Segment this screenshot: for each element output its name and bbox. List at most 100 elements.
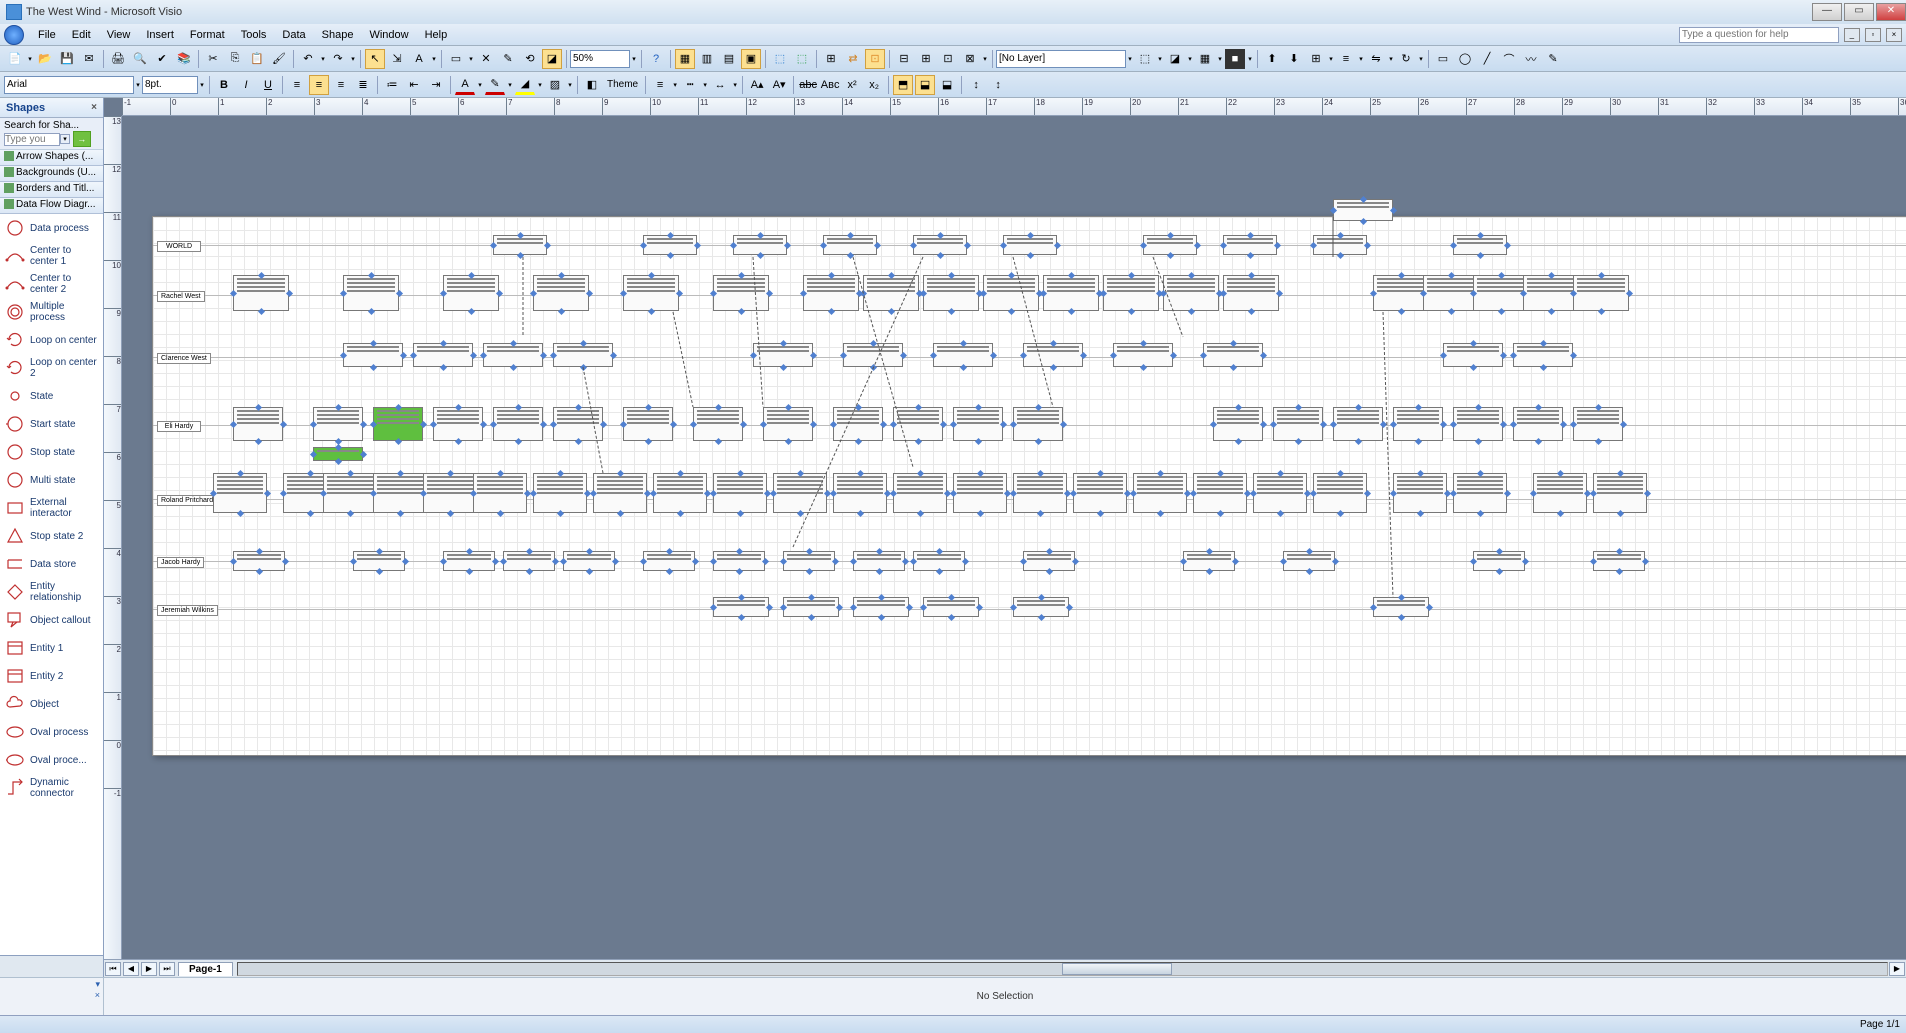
shapes-search-go-button[interactable]: → <box>73 131 91 147</box>
prev-page-button[interactable]: ◀ <box>123 962 139 976</box>
lane-label[interactable]: Rachel West <box>157 291 205 302</box>
shape-item-center-to-center-2[interactable]: Center to center 2 <box>0 270 103 298</box>
process-node[interactable] <box>893 473 947 513</box>
shape-item-entity-2[interactable]: Entity 2 <box>0 662 103 690</box>
lane-label[interactable]: Jacob Hardy <box>157 557 204 568</box>
lane-label[interactable]: Roland Pritchard <box>157 495 217 506</box>
process-node[interactable] <box>343 275 399 311</box>
save-button[interactable]: 💾 <box>57 49 77 69</box>
increase-font-button[interactable]: A▴ <box>747 75 767 95</box>
shape-item-entity-1[interactable]: Entity 1 <box>0 634 103 662</box>
minimize-button[interactable]: — <box>1812 3 1842 21</box>
redo-button[interactable]: ↷ <box>328 49 348 69</box>
auto-connect-button[interactable]: ⇄ <box>843 49 863 69</box>
shape-item-object[interactable]: Object <box>0 690 103 718</box>
process-node[interactable] <box>1133 473 1187 513</box>
spelling-button[interactable]: ✔ <box>152 49 172 69</box>
guides-button[interactable]: ⊡ <box>938 49 958 69</box>
page-tab[interactable]: Page-1 <box>178 962 233 976</box>
process-node[interactable] <box>593 473 647 513</box>
menu-help[interactable]: Help <box>417 27 456 43</box>
fill-color-button[interactable]: ◢ <box>515 75 535 95</box>
process-node[interactable] <box>1213 407 1263 441</box>
layer-dropdown[interactable]: ▾ <box>1126 50 1134 68</box>
process-node[interactable] <box>623 407 673 441</box>
text-tool-dropdown[interactable]: ▾ <box>430 50 438 68</box>
horizontal-scrollbar[interactable] <box>237 962 1888 976</box>
line-ends-dropdown[interactable]: ▾ <box>731 76 739 94</box>
shape-item-loop-on-center[interactable]: Loop on center <box>0 326 103 354</box>
mdi-close-button[interactable]: × <box>1886 28 1902 42</box>
lane-label[interactable]: WORLD <box>157 241 201 252</box>
process-node[interactable] <box>443 275 499 311</box>
align-bottom-button[interactable]: ⬓ <box>937 75 957 95</box>
group-dropdown[interactable]: ▾ <box>1327 50 1335 68</box>
menu-window[interactable]: Window <box>361 27 416 43</box>
connector-tool-button[interactable]: ⇲ <box>387 49 407 69</box>
lane-label[interactable]: Eli Hardy <box>157 421 201 432</box>
align-right-button[interactable]: ≡ <box>331 75 351 95</box>
shape-item-external-interactor[interactable]: External interactor <box>0 494 103 522</box>
font-dropdown[interactable]: ▾ <box>134 76 142 94</box>
cut-button[interactable]: ✂ <box>203 49 223 69</box>
process-node[interactable] <box>893 407 943 441</box>
shapes-search-input[interactable] <box>4 133 60 146</box>
process-node[interactable] <box>1223 275 1279 311</box>
line-weight-dropdown[interactable]: ▾ <box>671 76 679 94</box>
process-node[interactable] <box>553 407 603 441</box>
size-pos-close-icon[interactable]: × <box>95 990 100 1000</box>
layer-color-button[interactable]: ◪ <box>1165 49 1185 69</box>
process-node[interactable] <box>533 275 589 311</box>
shadow-color-button[interactable]: ▨ <box>545 75 565 95</box>
process-node[interactable] <box>1163 275 1219 311</box>
redo-dropdown[interactable]: ▾ <box>349 50 357 68</box>
shape-item-multiple-process[interactable]: Multiple process <box>0 298 103 326</box>
process-node[interactable] <box>693 407 743 441</box>
superscript-button[interactable]: x² <box>842 75 862 95</box>
process-node[interactable] <box>1193 473 1247 513</box>
process-node[interactable] <box>863 275 919 311</box>
undo-dropdown[interactable]: ▾ <box>319 50 327 68</box>
copy-button[interactable]: ⎘ <box>225 49 245 69</box>
process-node[interactable] <box>1313 473 1367 513</box>
process-node[interactable] <box>713 275 769 311</box>
process-node[interactable] <box>983 275 1039 311</box>
process-node[interactable] <box>313 407 363 441</box>
process-node[interactable] <box>233 407 283 441</box>
layer-new-button[interactable]: ▦ <box>1195 49 1215 69</box>
stencil-borders-titles[interactable]: Borders and Titl... <box>0 182 103 198</box>
grid-button[interactable]: ⊞ <box>916 49 936 69</box>
shape-item-object-callout[interactable]: Object callout <box>0 606 103 634</box>
research-button[interactable]: 📚 <box>174 49 194 69</box>
process-node[interactable] <box>1103 275 1159 311</box>
underline-button[interactable]: U <box>258 75 278 95</box>
shape-item-center-to-center-1[interactable]: Center to center 1 <box>0 242 103 270</box>
shape-item-loop-on-center-2[interactable]: Loop on center 2 <box>0 354 103 382</box>
zoom-dropdown[interactable]: ▾ <box>630 50 638 68</box>
maximize-button[interactable]: ▭ <box>1844 3 1874 21</box>
shape-item-stop-state-2[interactable]: Stop state 2 <box>0 522 103 550</box>
process-node[interactable] <box>1013 473 1067 513</box>
process-node[interactable] <box>1573 407 1623 441</box>
menu-shape[interactable]: Shape <box>314 27 362 43</box>
process-node[interactable] <box>713 473 767 513</box>
layer-assign-button[interactable]: ■ <box>1225 49 1245 69</box>
mdi-restore-button[interactable]: ▫ <box>1865 28 1881 42</box>
shape-arc-button[interactable]: ⌒ <box>1499 49 1519 69</box>
process-node[interactable] <box>833 407 883 441</box>
shape-item-data-store[interactable]: Data store <box>0 550 103 578</box>
font-size-dropdown[interactable]: ▾ <box>198 76 206 94</box>
stencil-backgrounds[interactable]: Backgrounds (U... <box>0 166 103 182</box>
process-node[interactable] <box>233 275 289 311</box>
menu-edit[interactable]: Edit <box>64 27 99 43</box>
stencil-arrow-shapes[interactable]: Arrow Shapes (... <box>0 150 103 166</box>
align-center-button[interactable]: ≡ <box>309 75 329 95</box>
process-node[interactable] <box>1393 473 1447 513</box>
bring-front-button[interactable]: ⬆ <box>1262 49 1282 69</box>
format-painter-button[interactable]: 🖌 <box>269 49 289 69</box>
align-left-button[interactable]: ≡ <box>287 75 307 95</box>
process-node[interactable] <box>373 407 423 441</box>
shape-rect-button[interactable]: ▭ <box>1433 49 1453 69</box>
layer-props-dropdown[interactable]: ▾ <box>1156 50 1164 68</box>
align-middle-button[interactable]: ⬓ <box>915 75 935 95</box>
